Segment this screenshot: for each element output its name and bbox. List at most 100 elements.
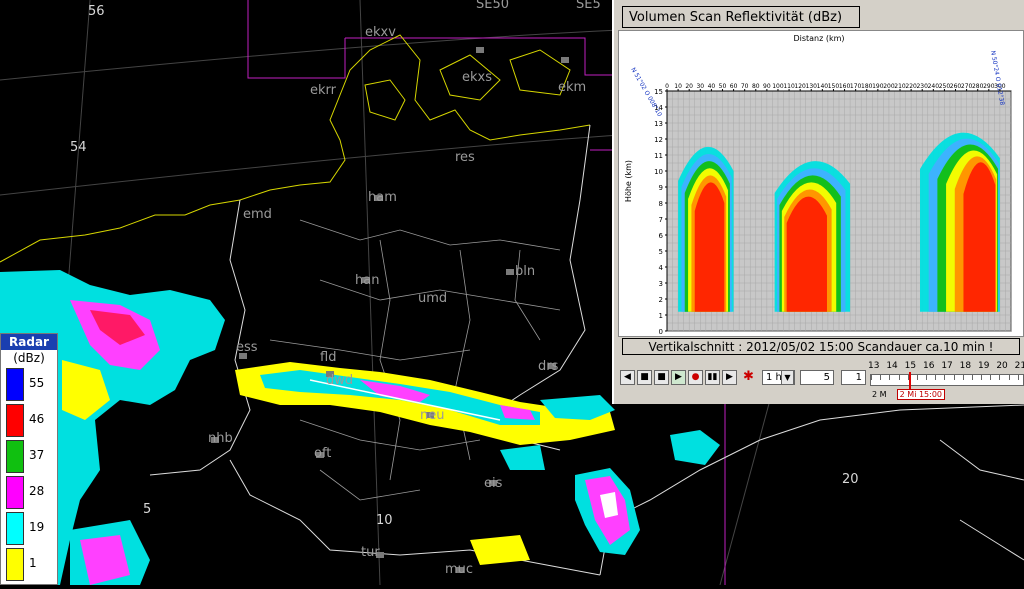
cross-section-chart: 0 10 20 30 40 50 60 70 80 90 100 110 120 130 140 150 160… bbox=[618, 30, 1024, 337]
x-tick-label: 260 bbox=[950, 83, 962, 90]
step-back-button[interactable]: ■ bbox=[637, 370, 652, 385]
timeline-minor-tick bbox=[962, 375, 964, 380]
x-tick-label: 80 bbox=[752, 83, 760, 90]
x-tick-label: 30 bbox=[696, 83, 704, 90]
legend-value: 1 bbox=[29, 556, 37, 570]
site-label: umd bbox=[418, 291, 448, 306]
timeline-track[interactable] bbox=[870, 374, 1024, 386]
site-label: ekxv bbox=[365, 25, 396, 40]
site-label: muc bbox=[445, 562, 474, 577]
timeline-tick-label: 13 bbox=[868, 361, 880, 371]
top-label: SE50 bbox=[476, 0, 510, 12]
site-label: ess bbox=[236, 340, 258, 355]
legend-value: 28 bbox=[29, 484, 45, 498]
y-tick-label: 1 bbox=[659, 312, 663, 320]
site-label: ekrr bbox=[310, 83, 336, 98]
x-tick-label: 120 bbox=[794, 83, 806, 90]
legend-level: 19 bbox=[1, 510, 57, 546]
legend-swatch bbox=[6, 548, 24, 581]
y-tick-label: 13 bbox=[654, 120, 663, 128]
site-label: neu bbox=[420, 408, 445, 423]
step-field[interactable]: 5 bbox=[800, 370, 834, 385]
timeline-tick-label: 15 bbox=[904, 361, 917, 371]
timeline-minor-tick bbox=[981, 375, 982, 380]
y-tick-label: 4 bbox=[659, 264, 664, 272]
x-tick-label: 140 bbox=[817, 83, 829, 90]
site-label: bln bbox=[515, 264, 536, 279]
legend-swatch bbox=[6, 476, 24, 509]
legend-level: 1 bbox=[1, 546, 57, 582]
timeline-marker[interactable] bbox=[908, 372, 911, 390]
timeline-tick-label: 16 bbox=[923, 361, 935, 371]
site-label: han bbox=[355, 273, 380, 288]
x-tick-label: 100 bbox=[772, 83, 784, 90]
step-forward-button[interactable]: ▶ bbox=[722, 370, 737, 385]
legend-value: 46 bbox=[29, 412, 45, 426]
legend-level: 46 bbox=[1, 402, 57, 438]
legend-swatch bbox=[6, 512, 24, 545]
x-tick-label: 160 bbox=[839, 83, 851, 90]
y-tick-label: 2 bbox=[659, 296, 663, 304]
timeline[interactable]: 13 14 15 16 17 18 19 20 21 2 M 2 Mi 15:00 bbox=[868, 358, 1024, 402]
timeline-tick-label: 19 bbox=[978, 361, 990, 371]
x-tick-label: 10 bbox=[674, 83, 682, 90]
x-tick-label: 230 bbox=[916, 83, 928, 90]
y-tick-label: 6 bbox=[659, 232, 664, 240]
playback-controls: ◀ ■ ■ ▶ ● ▮▮ ▶ ✱ 1 h ▼ 5 1 13 14 15 16 17 18 1… bbox=[618, 358, 1024, 402]
site-label: tur bbox=[361, 545, 380, 560]
site-label: eis bbox=[484, 476, 503, 491]
timeline-tick-label: 17 bbox=[941, 361, 953, 371]
y-axis-title: Höhe (km) bbox=[624, 160, 633, 202]
timeline-day-label: 2 M bbox=[872, 390, 887, 399]
x-tick-label: 110 bbox=[783, 83, 795, 90]
legend-swatch bbox=[6, 368, 24, 401]
latitude-label: 54 bbox=[70, 140, 87, 155]
site-label: ekxs bbox=[462, 70, 492, 85]
timeline-minor-tick bbox=[1008, 375, 1010, 380]
panel-title: Volumen Scan Reflektivität (dBz) bbox=[622, 6, 860, 28]
fir-boundary bbox=[247, 0, 612, 79]
x-tick-label: 90 bbox=[763, 83, 771, 90]
stop-button[interactable]: ■ bbox=[654, 370, 669, 385]
pause-button[interactable]: ▮▮ bbox=[705, 370, 720, 385]
record-button[interactable]: ● bbox=[688, 370, 703, 385]
x-axis-title: Distanz (km) bbox=[793, 34, 844, 43]
site-label: nhb bbox=[208, 431, 233, 446]
legend-value: 19 bbox=[29, 520, 45, 534]
site-label: ham bbox=[368, 190, 397, 205]
x-tick-label: 280 bbox=[972, 83, 984, 90]
x-tick-label: 290 bbox=[983, 83, 995, 90]
x-tick-label: 250 bbox=[939, 83, 951, 90]
reflectivity-contour bbox=[694, 182, 725, 312]
rewind-button[interactable]: ◀ bbox=[620, 370, 635, 385]
site-label: drs bbox=[538, 359, 559, 374]
x-tick-label: 220 bbox=[905, 83, 917, 90]
reflectivity-contour bbox=[963, 162, 996, 312]
site-label: oft bbox=[314, 446, 332, 461]
site-label: emd bbox=[243, 207, 272, 222]
timeline-tick-label: 14 bbox=[886, 361, 898, 371]
y-tick-label: 5 bbox=[659, 248, 663, 256]
radar-legend: Radar (dBz) 55 46 37 28 19 1 bbox=[0, 333, 58, 585]
timeline-minor-tick bbox=[880, 375, 882, 380]
timeline-minor-tick bbox=[916, 375, 918, 380]
x-tick-label: 270 bbox=[961, 83, 973, 90]
timeline-tick-label: 20 bbox=[996, 361, 1008, 371]
chevron-down-icon[interactable]: ▼ bbox=[781, 370, 794, 385]
play-button[interactable]: ▶ bbox=[671, 370, 686, 385]
x-tick-label: 150 bbox=[828, 83, 840, 90]
x-tick-label: 180 bbox=[861, 83, 873, 90]
x-tick-label: 70 bbox=[741, 83, 749, 90]
settings-icon[interactable]: ✱ bbox=[741, 370, 756, 385]
reflectivity-contour bbox=[786, 196, 827, 312]
y-tick-label: 12 bbox=[654, 136, 663, 144]
cross-section-panel: Volumen Scan Reflektivität (dBz) 0 10 20 30… bbox=[612, 0, 1024, 404]
y-tick-label: 11 bbox=[654, 152, 663, 160]
current-time-label: 2 Mi 15:00 bbox=[896, 389, 946, 400]
x-tick-label: 50 bbox=[719, 83, 727, 90]
longitude-label: 10 bbox=[376, 513, 393, 528]
y-tick-label: 3 bbox=[659, 280, 663, 288]
count-field[interactable]: 1 bbox=[841, 370, 866, 385]
legend-value: 55 bbox=[29, 376, 45, 390]
timeline-minor-tick bbox=[971, 375, 973, 380]
